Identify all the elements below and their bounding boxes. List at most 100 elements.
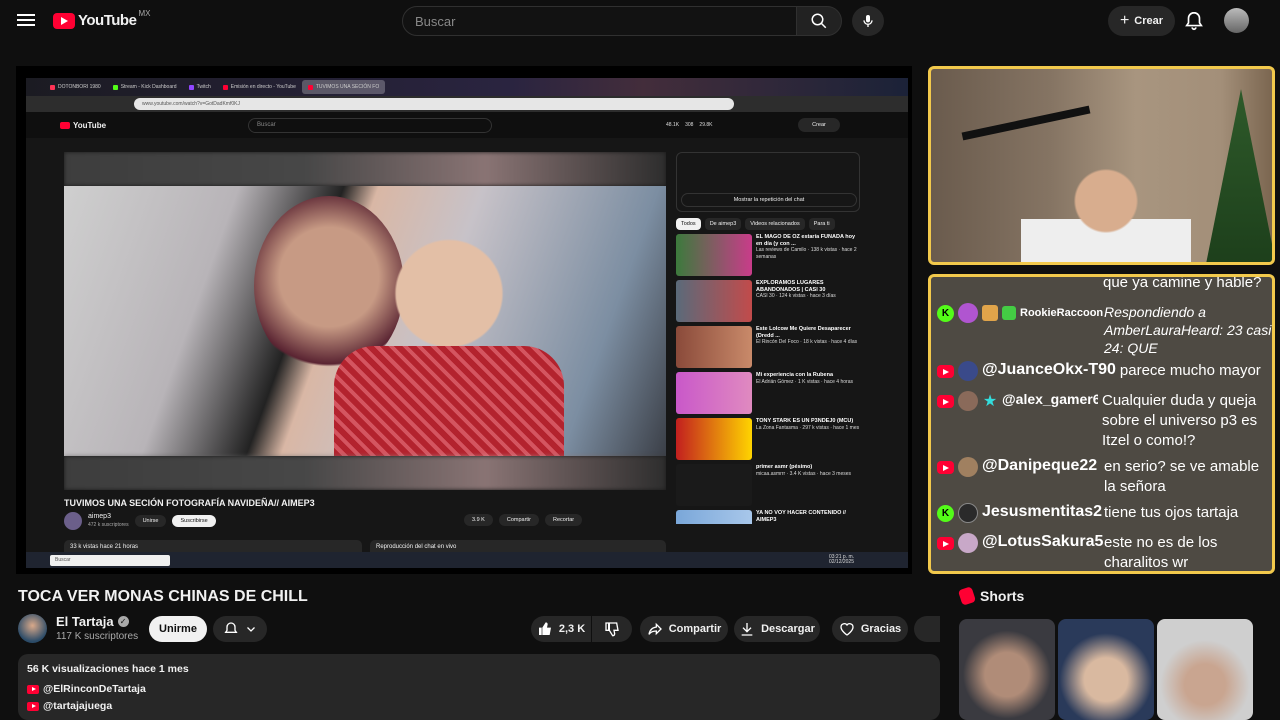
channel-avatar[interactable]	[18, 614, 47, 643]
plus-icon: +	[1119, 12, 1130, 29]
inner-stats: 48.1K 308 29.8K	[666, 122, 713, 128]
chat-avatar	[958, 361, 978, 381]
channel-name[interactable]: El Tartaja	[56, 614, 114, 629]
chat-username: @Danipeque22	[982, 457, 1098, 474]
rec-item: Este Lolcow Me Quiere Desaparecer (Dredd…	[676, 326, 860, 368]
microphone-arm	[961, 105, 1091, 141]
inner-search: Buscar	[248, 118, 492, 133]
description-box[interactable]: 56 K visualizaciones hace 1 mes @ElRinco…	[18, 654, 940, 720]
chat-text: parece mucho mayor	[1119, 362, 1261, 379]
rec-item: Mi experiencia con la Rubena El Adrián Gó…	[676, 372, 860, 414]
inner-join: Unirse	[134, 515, 167, 527]
create-button[interactable]: + Crear	[1108, 6, 1175, 36]
chat-username: @LotusSakura5	[982, 533, 1104, 550]
youtube-icon	[937, 461, 954, 474]
browser-tab: DOTONBORI 1980	[44, 80, 107, 94]
chat-text: Respondiendo a AmberLauraHeard: 23 casi …	[1104, 304, 1272, 356]
download-label: Descargar	[761, 623, 815, 635]
heart-dollar-icon	[840, 623, 854, 636]
channel-link[interactable]: @ElRinconDeTartaja	[27, 683, 146, 695]
download-button[interactable]: Descargar	[734, 616, 820, 642]
logo-text: YouTube	[78, 12, 137, 29]
shorts-icon	[957, 586, 977, 606]
more-actions-button[interactable]	[914, 616, 940, 642]
youtube-logo-icon	[53, 12, 75, 29]
chevron-down-icon	[247, 627, 255, 632]
youtube-icon	[937, 365, 954, 378]
inner-create: Crear	[798, 118, 840, 132]
chat-username: @alex_gamer616	[1002, 391, 1098, 407]
inner-video-title: TUVIMOS UNA SECIÓN FOTOGRAFÍA NAVIDEÑA//…	[64, 498, 315, 508]
youtube-icon	[937, 537, 954, 550]
channel-link[interactable]: @tartajajuega	[27, 700, 112, 712]
video-player[interactable]: DOTONBORI 1980 Stream - Kick Dashboard T…	[16, 66, 912, 574]
download-icon	[741, 623, 753, 636]
dislike-button[interactable]	[592, 616, 632, 642]
like-count: 2,3 K	[558, 623, 586, 635]
chat-avatar	[958, 303, 978, 323]
bell-icon	[224, 622, 238, 633]
inner-masthead: YouTube Buscar 48.1K 308 29.8K Crear	[26, 112, 908, 138]
notifications-button[interactable]	[1183, 10, 1205, 32]
like-button[interactable]: 2,3 K	[531, 616, 591, 642]
chat-avatar	[958, 391, 978, 411]
channel-name-row[interactable]: El Tartaja ✓	[56, 614, 129, 629]
kick-icon: K	[937, 505, 954, 522]
rec-item: EXPLORAMOS LUGARES ABANDONADOS | CASI 30…	[676, 280, 860, 322]
youtube-logo[interactable]: YouTube MX	[53, 9, 151, 29]
inner-show-chat-button: Mostrar la repetición del chat	[681, 193, 857, 207]
photo-blur	[64, 456, 666, 490]
chat-avatar	[958, 457, 978, 477]
youtube-icon	[27, 684, 39, 694]
notification-settings-button[interactable]	[213, 616, 267, 642]
shorts-heading: Shorts	[957, 586, 1024, 606]
chat-message: @LotusSakura5 este no es de los charalit…	[937, 533, 1254, 571]
chat-message: K RookieRaccoon Respondiendo a AmberLaur…	[937, 303, 1272, 357]
chat-message: @JuanceOkx-T90 parece mucho mayor	[937, 361, 1270, 381]
search-input[interactable]: Buscar	[402, 6, 797, 36]
microphone-icon	[863, 15, 873, 27]
browser-tab: Twitch	[183, 80, 217, 94]
short-thumbnail[interactable]	[1157, 619, 1253, 720]
search-button[interactable]	[796, 6, 842, 36]
thumbs-up-icon	[538, 622, 551, 635]
youtube-icon	[937, 395, 954, 408]
share-button[interactable]: Compartir	[640, 616, 728, 642]
join-button[interactable]: Unirme	[149, 616, 207, 642]
chat-avatar	[958, 533, 978, 553]
rec-item: primer asmr (pésimo) micaa.asmrrr · 3.4 K…	[676, 464, 860, 506]
video-title: TOCA VER MONAS CHINAS DE CHILL	[18, 588, 308, 605]
chat-message: ★ @alex_gamer616 Cualquier duda y queja …	[937, 391, 1270, 451]
inner-channel-row: aimep3 472 k suscriptores Unirse Suscribi…	[64, 512, 216, 530]
menu-icon[interactable]	[16, 11, 36, 31]
badge-icon	[982, 305, 998, 321]
browser-tab-active: TUVIMOS UNA SECIÓN FO	[301, 80, 386, 94]
rec-item: YA NO VOY HACER CONTENIDO // AIMEP3	[676, 510, 860, 524]
account-avatar[interactable]	[1224, 8, 1249, 33]
subscriber-count: 117 K suscriptores	[56, 631, 139, 642]
inner-subscribe: Suscribirse	[172, 515, 216, 527]
inner-chips: Todos De aimep3 Videos relacionados Para ti	[676, 218, 860, 230]
family-photo	[64, 186, 666, 456]
inner-channel-avatar	[64, 512, 82, 530]
christmas-tree	[1206, 89, 1272, 262]
taskbar-search: Buscar	[50, 554, 170, 566]
photo-blur	[64, 152, 666, 186]
chat-username: @JuanceOkx-T90	[982, 361, 1116, 378]
browser-tab: Emisión en directo - YouTube	[217, 80, 302, 94]
search-icon	[811, 13, 827, 29]
voice-search-button[interactable]	[852, 6, 884, 36]
star-badge-icon: ★	[982, 393, 998, 410]
kick-icon: K	[937, 305, 954, 322]
chat-username: Jesusmentitas2	[982, 503, 1103, 520]
country-code: MX	[138, 9, 151, 18]
verified-icon: ✓	[117, 616, 129, 627]
rec-item: EL MAGO DE OZ estaría FUNADA hoy en día …	[676, 234, 860, 276]
short-thumbnail[interactable]	[959, 619, 1055, 720]
chat-text: tiene tus ojos tartaja	[1104, 504, 1239, 521]
browser-address-bar: www.youtube.com/watch?v=GotDadKmf0KJ	[26, 96, 908, 112]
short-thumbnail[interactable]	[1058, 619, 1154, 720]
thanks-button[interactable]: Gracias	[832, 616, 908, 642]
create-label: Crear	[1134, 15, 1164, 27]
streamer-figure	[1021, 147, 1191, 262]
